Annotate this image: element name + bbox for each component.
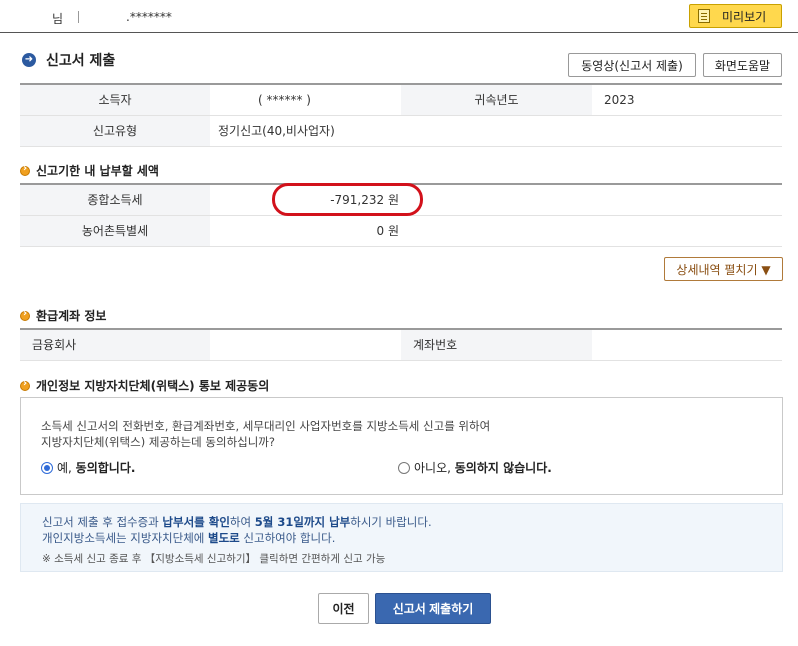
consent-no-label: 동의하지 않습니다. <box>454 461 552 475</box>
page-title-text: 신고서 제출 <box>46 53 116 69</box>
table-row: 신고유형 정기신고(40,비사업자) <box>20 115 782 147</box>
table-row: 농어촌특별세 0 원 <box>20 215 782 247</box>
income-earner-value: ( ****** ) <box>210 84 401 116</box>
notice-emphasis: 별도로 <box>208 531 240 545</box>
user-id: .******* <box>126 10 172 24</box>
preview-label: 미리보기 <box>722 9 767 24</box>
consent-yes-option[interactable]: 예, 동의합니다. <box>41 459 135 476</box>
account-value <box>592 329 782 361</box>
previous-button[interactable]: 이전 <box>318 593 369 624</box>
refund-title-text: 환급계좌 정보 <box>36 309 107 323</box>
user-separator <box>78 11 79 23</box>
year-label: 귀속년도 <box>401 84 592 116</box>
income-earner-label: 소득자 <box>20 84 210 116</box>
bank-value <box>210 329 401 361</box>
empty-cell <box>411 215 782 247</box>
notice-line3: ※ 소득세 신고 종료 후 【지방소득세 신고하기】 클릭하면 간편하게 신고 … <box>42 553 386 565</box>
consent-text-line1: 소득세 신고서의 전화번호, 환급계좌번호, 세무대리인 사업자번호를 지방소득… <box>41 419 491 433</box>
arrow-right-icon: ➜ <box>22 53 36 67</box>
filing-info-table: 소득자 ( ****** ) 귀속년도 2023 신고유형 정기신고(40,비사… <box>20 83 782 147</box>
empty-cell <box>411 184 782 216</box>
bullet-icon <box>20 378 30 391</box>
notice-text: 하시기 바랍니다. <box>350 515 432 529</box>
income-tax-label: 종합소득세 <box>20 184 210 216</box>
table-row: 금융회사 계좌번호 <box>20 329 782 361</box>
notice-text: 신고서 제출 후 접수증과 <box>42 515 163 529</box>
notice-text: 신고하여야 합니다. <box>239 531 336 545</box>
filing-type-label: 신고유형 <box>20 115 210 147</box>
rural-tax-label: 농어촌특별세 <box>20 215 210 247</box>
notice-text: 하여 <box>229 515 255 529</box>
notice-emphasis: 5월 31일까지 납부 <box>254 515 351 529</box>
filing-type-value: 정기신고(40,비사업자) <box>210 115 782 147</box>
notice-line2: 개인지방소득세는 지방자치단체에 별도로 신고하여야 합니다. <box>42 530 335 546</box>
submit-filing-button[interactable]: 신고서 제출하기 <box>375 593 491 624</box>
consent-text-line2: 지방자치단체(위택스) 제공하는데 동의하십니까? <box>41 435 275 449</box>
bank-label: 금융회사 <box>20 329 210 361</box>
refund-account-table: 금융회사 계좌번호 <box>20 328 782 361</box>
consent-section-title: 개인정보 지방자치단체(위택스) 통보 제공동의 <box>20 377 269 394</box>
payment-section-title: 신고기한 내 납부할 세액 <box>20 162 159 179</box>
user-name: 님 <box>52 12 64 26</box>
consent-question: 소득세 신고서의 전화번호, 환급계좌번호, 세무대리인 사업자번호를 지방소득… <box>41 418 761 450</box>
consent-title-text: 개인정보 지방자치단체(위택스) 통보 제공동의 <box>36 379 270 393</box>
notice-emphasis: 납부서를 확인 <box>162 515 230 529</box>
rural-tax-value: 0 원 <box>210 215 411 247</box>
consent-yes-label: 동의합니다. <box>75 461 136 475</box>
consent-box: 소득세 신고서의 전화번호, 환급계좌번호, 세무대리인 사업자번호를 지방소득… <box>20 397 783 495</box>
consent-no-prefix: 아니오, <box>414 461 455 475</box>
page-title: ➜ 신고서 제출 <box>22 50 115 70</box>
radio-checked[interactable] <box>41 462 53 474</box>
preview-button[interactable]: 미리보기 <box>689 4 782 28</box>
expand-details-button[interactable]: 상세내역 펼치기 ▼ <box>664 257 783 281</box>
bullet-icon <box>20 163 30 176</box>
consent-yes-prefix: 예, <box>57 461 76 475</box>
table-row: 소득자 ( ****** ) 귀속년도 2023 <box>20 84 782 116</box>
consent-no-option[interactable]: 아니오, 동의하지 않습니다. <box>398 459 552 476</box>
notice-text: 개인지방소득세는 지방자치단체에 <box>42 531 209 545</box>
bullet-icon <box>20 308 30 321</box>
video-guide-button[interactable]: 동영상(신고서 제출) <box>568 53 696 77</box>
account-label: 계좌번호 <box>401 329 592 361</box>
refund-section-title: 환급계좌 정보 <box>20 307 106 324</box>
radio-unchecked[interactable] <box>398 462 410 474</box>
highlight-annotation <box>272 183 423 216</box>
payment-title-text: 신고기한 내 납부할 세액 <box>36 164 159 178</box>
notice-box: 신고서 제출 후 접수증과 납부서를 확인하여 5월 31일까지 납부하시기 바… <box>20 503 783 572</box>
notice-line1: 신고서 제출 후 접수증과 납부서를 확인하여 5월 31일까지 납부하시기 바… <box>42 514 432 530</box>
top-bar: 님 .******* 미리보기 <box>0 0 798 33</box>
screen-help-button[interactable]: 화면도움말 <box>703 53 782 77</box>
document-icon <box>698 9 710 23</box>
year-value: 2023 <box>592 84 782 116</box>
